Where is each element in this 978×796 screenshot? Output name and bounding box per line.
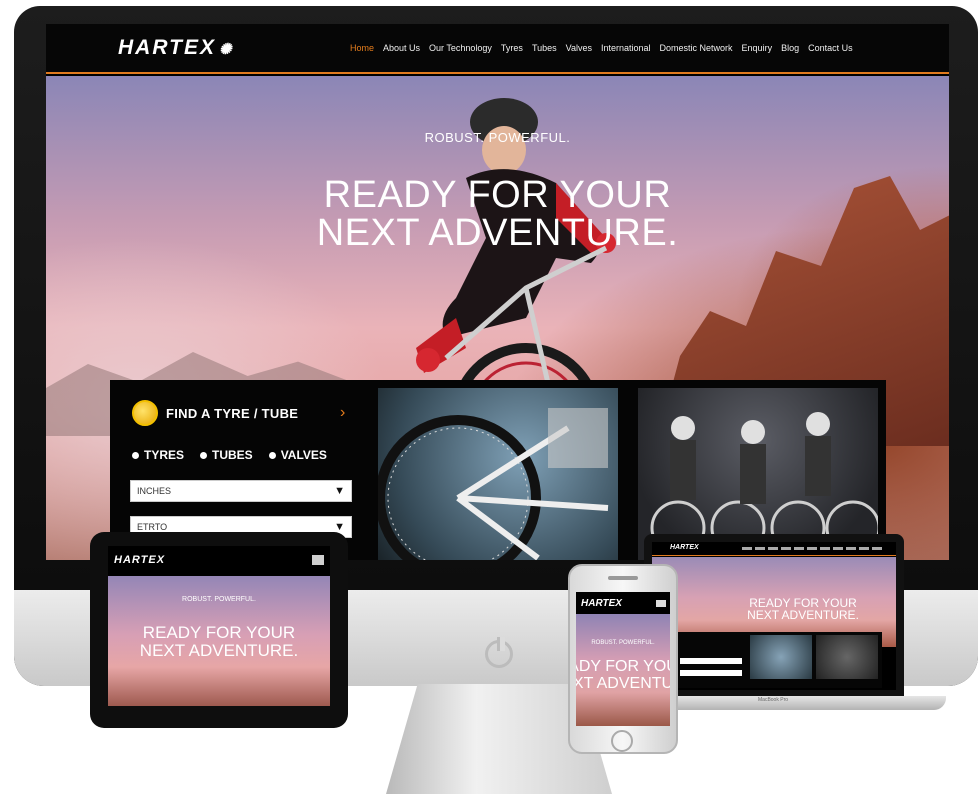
radio-dot-icon bbox=[268, 451, 276, 459]
tablet-headline-line-1: READY FOR YOUR bbox=[142, 623, 296, 642]
nav-blog[interactable]: Blog bbox=[781, 43, 799, 53]
tablet-hero: ROBUST. POWERFUL. READY FOR YOUR NEXT AD… bbox=[108, 576, 330, 706]
nav-tubes[interactable]: Tubes bbox=[532, 43, 557, 53]
laptop-headline: READY FOR YOUR NEXT ADVENTURE. bbox=[698, 597, 896, 621]
laptop-photo bbox=[750, 635, 812, 679]
etrto-select-value: ETRTO bbox=[137, 522, 168, 532]
main-menu: Home About Us Our Technology Tyres Tubes… bbox=[350, 43, 853, 53]
nav-international[interactable]: International bbox=[601, 43, 651, 53]
radio-dot-icon bbox=[200, 451, 208, 459]
phone-website: HARTEX ROBUST. POWERFUL. ADY FOR YOU XT … bbox=[576, 592, 670, 726]
site-header: HARTEX ✺ Home About Us Our Technology Tyr… bbox=[46, 24, 949, 74]
tablet-logo[interactable]: HARTEX bbox=[114, 554, 165, 566]
laptop-headline-line-2: NEXT ADVENTURE. bbox=[747, 608, 859, 622]
option-valves[interactable]: VALVES bbox=[268, 448, 327, 462]
phone-device: HARTEX ROBUST. POWERFUL. ADY FOR YOU XT … bbox=[568, 564, 678, 754]
phone-logo[interactable]: HARTEX bbox=[581, 598, 622, 609]
radio-dot-icon bbox=[132, 451, 139, 459]
laptop-select[interactable] bbox=[680, 670, 742, 676]
hamburger-icon[interactable] bbox=[656, 600, 666, 607]
nav-home[interactable]: Home bbox=[350, 43, 374, 53]
laptop-base-label: MacBook Pro bbox=[758, 697, 789, 703]
hero-tagline: ROBUST. POWERFUL. bbox=[424, 130, 571, 145]
nav-our-technology[interactable]: Our Technology bbox=[429, 43, 492, 53]
power-icon bbox=[485, 637, 513, 668]
option-tubes[interactable]: TUBES bbox=[200, 448, 253, 462]
phone-speaker bbox=[608, 576, 638, 580]
phone-headline: ADY FOR YOU XT ADVENTU bbox=[576, 658, 670, 692]
logo-text: HARTEX bbox=[118, 36, 216, 59]
laptop-website: HARTEX READY FOR YOUR NEXT ADVENTURE. bbox=[652, 542, 896, 690]
inches-select-value: INCHES bbox=[137, 486, 172, 496]
finder-options: TYRES TUBES VALVES bbox=[132, 448, 327, 462]
site-logo[interactable]: HARTEX ✺ bbox=[118, 36, 234, 60]
nav-domestic-network[interactable]: Domestic Network bbox=[660, 43, 733, 53]
laptop-select[interactable] bbox=[680, 658, 742, 664]
option-label: TYRES bbox=[144, 448, 185, 462]
nav-enquiry[interactable]: Enquiry bbox=[742, 43, 773, 53]
desktop-website: HARTEX ✺ Home About Us Our Technology Tyr… bbox=[46, 24, 949, 560]
finder-header: FIND A TYRE / TUBE bbox=[132, 400, 298, 426]
finder-title: FIND A TYRE / TUBE bbox=[166, 405, 299, 421]
phone-tagline: ROBUST. POWERFUL. bbox=[591, 640, 655, 646]
home-button-icon[interactable] bbox=[611, 730, 633, 752]
phone-headline-line-1: ADY FOR YOU bbox=[576, 658, 670, 675]
laptop-menu-links bbox=[742, 547, 882, 550]
tablet-device: HARTEX ROBUST. POWERFUL. READY FOR YOUR … bbox=[90, 532, 348, 728]
tablet-website: HARTEX ROBUST. POWERFUL. READY FOR YOUR … bbox=[108, 546, 330, 706]
inches-select[interactable]: INCHES ▼ bbox=[130, 480, 352, 502]
nav-tyres[interactable]: Tyres bbox=[501, 43, 523, 53]
tablet-headline: READY FOR YOUR NEXT ADVENTURE. bbox=[108, 624, 330, 660]
hamburger-icon[interactable] bbox=[312, 555, 324, 565]
option-tyres[interactable]: TYRES bbox=[132, 448, 184, 462]
nav-valves[interactable]: Valves bbox=[566, 43, 592, 53]
tablet-header: HARTEX bbox=[108, 546, 330, 576]
bike-wheel-image bbox=[378, 408, 609, 560]
laptop-finder-strip bbox=[676, 632, 882, 688]
laptop-logo[interactable]: HARTEX bbox=[670, 544, 699, 551]
laptop-header: HARTEX bbox=[652, 542, 896, 556]
magnifier-icon bbox=[132, 400, 158, 426]
phone-headline-line-2: XT ADVENTU bbox=[576, 675, 670, 692]
nav-contact-us[interactable]: Contact Us bbox=[808, 43, 853, 53]
nav-about-us[interactable]: About Us bbox=[383, 43, 420, 53]
option-label: VALVES bbox=[280, 448, 327, 462]
laptop-device: HARTEX READY FOR YOUR NEXT ADVENTURE. bbox=[644, 534, 904, 696]
tablet-tagline: ROBUST. POWERFUL. bbox=[182, 596, 256, 603]
hero-headline-line-2: NEXT ADVENTURE. bbox=[316, 212, 679, 254]
hero-headline-line-1: READY FOR YOUR bbox=[323, 174, 672, 216]
chevron-right-icon[interactable]: › bbox=[340, 404, 345, 422]
option-label: TUBES bbox=[212, 448, 253, 462]
hero-headline: READY FOR YOUR NEXT ADVENTURE. bbox=[46, 176, 949, 252]
laptop-photo bbox=[816, 635, 878, 679]
dropdown-arrow-icon: ▼ bbox=[334, 485, 345, 497]
bike-wheel-photo[interactable] bbox=[378, 388, 618, 560]
logo-mark-icon: ✺ bbox=[218, 41, 234, 58]
device-mockup: HARTEX ✺ Home About Us Our Technology Tyr… bbox=[0, 0, 978, 796]
tablet-headline-line-2: NEXT ADVENTURE. bbox=[139, 641, 299, 660]
